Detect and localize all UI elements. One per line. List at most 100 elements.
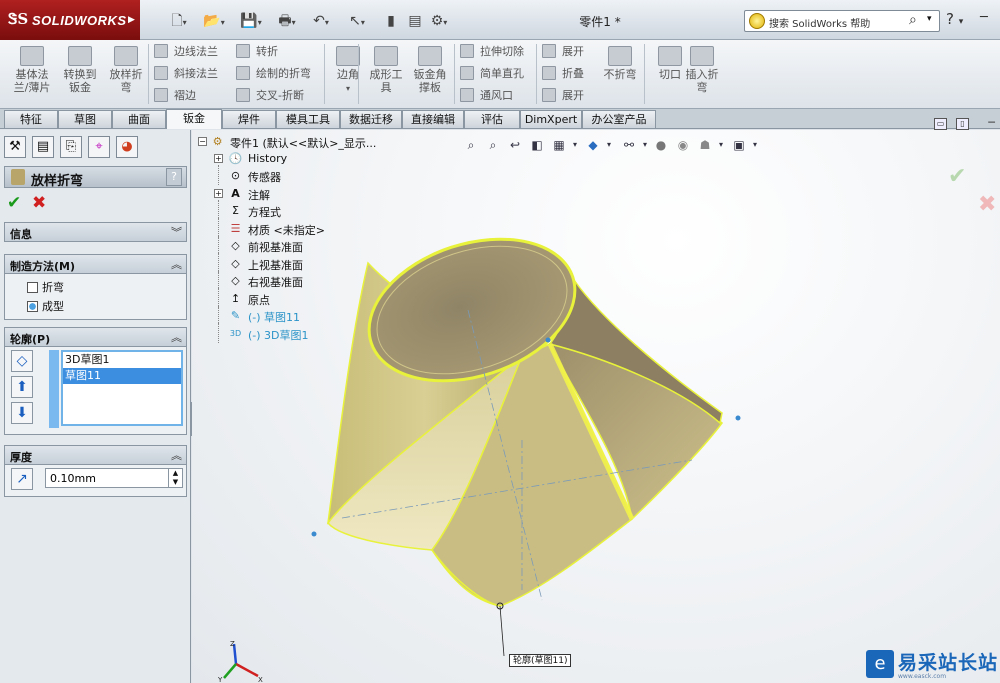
edge-flange-button[interactable]: 边线法兰 [154, 42, 218, 62]
profile-callout[interactable]: 轮廓(草图11) [509, 654, 572, 667]
radio-box[interactable] [27, 282, 38, 293]
formed-radio[interactable]: 成型 [27, 298, 64, 314]
expand-toggle[interactable]: + [214, 154, 223, 163]
tab-weldments[interactable]: 焊件 [222, 110, 276, 128]
vent-button[interactable]: 通风口 [460, 86, 513, 106]
menu-arrow-icon[interactable]: ▶ [128, 15, 135, 25]
tab-direct-editing[interactable]: 直接编辑 [402, 110, 464, 128]
search-dropdown-icon[interactable]: ▾ [927, 14, 932, 24]
expand-toggle[interactable]: + [214, 189, 223, 198]
radio-box[interactable] [27, 301, 38, 312]
unfold-button[interactable]: 展开 [542, 42, 584, 62]
thickness-direction-icon[interactable]: ↗ [11, 468, 33, 490]
method-group-header[interactable]: 制造方法(M) ︽ [5, 255, 186, 274]
tab-sketch[interactable]: 草图 [58, 110, 112, 128]
fold-button[interactable]: 折叠 [542, 64, 584, 84]
hem-button[interactable]: 褶边 [154, 86, 196, 106]
apply-scene-icon[interactable]: ◉ [674, 136, 692, 154]
no-bends-button[interactable]: 不折弯 [596, 44, 644, 104]
convert-to-sheet-metal-button[interactable]: 转换到 钣金 [56, 44, 104, 104]
tab-features[interactable]: 特征 [4, 110, 58, 128]
dropdown-icon[interactable]: ▾ [566, 136, 584, 154]
insert-bends-button[interactable]: 插入折 弯 [678, 44, 726, 104]
cancel-button[interactable]: ✖ [32, 193, 46, 213]
collapse-chevron-icon[interactable]: ︽ [171, 329, 182, 345]
dropdown-icon[interactable]: ▾ [712, 136, 730, 154]
tab-sheet-metal[interactable]: 钣金 [166, 109, 222, 129]
new-document-icon[interactable]: 🗋▾ [168, 11, 190, 31]
open-icon[interactable]: 📂▾ [203, 11, 225, 31]
thickness-group-header[interactable]: 厚度 ︽ [5, 446, 186, 465]
help-search-box[interactable]: 搜索 SolidWorks 帮助 ⌕ ▾ [744, 10, 940, 32]
print-icon[interactable]: 🖶▾ [276, 11, 298, 31]
graphics-area[interactable]: − ⚙ 零件1 (默认<<默认>_显示... + 🕓 History ⊙ 传感器… [192, 130, 1000, 683]
bent-radio[interactable]: 折弯 [27, 279, 64, 295]
tab-surfaces[interactable]: 曲面 [112, 110, 166, 128]
sketched-bend-button[interactable]: 转折 [236, 42, 278, 62]
confirmation-corner-ok-icon[interactable]: ✔ [948, 164, 966, 189]
tab-office-products[interactable]: 办公室产品 [582, 110, 656, 128]
zoom-to-fit-icon[interactable]: ⌕ [462, 136, 480, 154]
tab-mold-tools[interactable]: 模具工具 [276, 110, 340, 128]
info-group-header[interactable]: 信息 ︾ [5, 223, 186, 242]
cross-break-button[interactable]: 交叉-折断 [236, 86, 304, 106]
profile-list[interactable]: 3D草图1 草图11 [49, 350, 183, 428]
section-view-icon[interactable]: ◧ [528, 136, 546, 154]
options-icon[interactable]: ⚙▾ [428, 11, 450, 31]
save-icon[interactable]: 💾▾ [240, 11, 262, 31]
dropdown-icon[interactable]: ▾ [600, 136, 618, 154]
brand-label: SOLIDWORKS [32, 13, 127, 28]
lofted-bend-button[interactable]: 放样折 弯 [102, 44, 150, 104]
file-properties-icon[interactable]: ▤ [404, 11, 426, 31]
search-icon[interactable]: ⌕ [909, 12, 917, 28]
miter-flange-icon [154, 66, 168, 80]
dropdown-icon[interactable]: ▾ [746, 136, 764, 154]
confirmation-corner-cancel-icon[interactable]: ✖ [978, 192, 996, 217]
pm-help-button[interactable]: ? [166, 168, 182, 186]
base-flange-button[interactable]: 基体法 兰/薄片 [8, 44, 56, 104]
list-item[interactable]: 草图11 [63, 368, 181, 384]
property-manager-tab[interactable]: ▤ [32, 136, 54, 158]
tile-vertical-icon[interactable]: ▯ [956, 118, 969, 130]
miter-flange-button[interactable]: 斜接法兰 [154, 64, 218, 84]
extruded-cut-button[interactable]: 拉伸切除 [460, 42, 524, 62]
ok-button[interactable]: ✔ [7, 193, 21, 213]
tab-data-migration[interactable]: 数据迁移 [340, 110, 402, 128]
jog-label: 绘制的折弯 [256, 67, 311, 80]
move-down-button[interactable]: ⬇ [11, 402, 33, 424]
feature-manager-tab[interactable]: ⚒ [4, 136, 26, 158]
help-button[interactable]: ? ▾ [946, 10, 963, 28]
undo-icon[interactable]: ↶▾ [310, 11, 332, 31]
tile-horizontal-icon[interactable]: ▭ [934, 118, 947, 130]
configuration-manager-tab[interactable]: ⎘ [60, 136, 82, 158]
solidworks-logo[interactable]: ᏕS SOLIDWORKS ▶ [0, 0, 140, 40]
tab-dimxpert[interactable]: DimXpert [520, 110, 582, 128]
previous-view-icon[interactable]: ↩ [506, 136, 524, 154]
minimize-view-icon[interactable]: ─ [985, 117, 998, 130]
thickness-input[interactable] [46, 469, 164, 487]
display-manager-tab[interactable]: ◕ [116, 136, 138, 158]
list-item[interactable]: 3D草图1 [63, 352, 181, 368]
collapse-chevron-icon[interactable]: ︽ [171, 256, 182, 272]
tree-item-label: 原点 [248, 294, 270, 307]
thickness-spinner[interactable]: ▲ ▼ [168, 469, 182, 487]
profiles-group-header[interactable]: 轮廓(P) ︽ [5, 328, 186, 347]
thickness-field[interactable]: ▲▼ [45, 468, 183, 488]
flatten-button[interactable]: 展开 [542, 86, 584, 106]
dimxpert-manager-tab[interactable]: ⌖ [88, 136, 110, 158]
minimize-button[interactable]: ─ [980, 10, 988, 25]
collapse-chevron-icon[interactable]: ︽ [171, 447, 182, 463]
fold-label: 折叠 [562, 67, 584, 80]
simple-hole-button[interactable]: 简单直孔 [460, 64, 524, 84]
jog-button[interactable]: 绘制的折弯 [236, 64, 311, 84]
sheet-metal-gusset-button[interactable]: 钣金角 撑板 [406, 44, 454, 104]
expand-chevron-icon[interactable]: ︾ [171, 224, 182, 240]
forming-tool-button[interactable]: 成形工 具 [362, 44, 410, 104]
rebuild-icon[interactable]: ▮ [380, 11, 402, 31]
zoom-to-area-icon[interactable]: ⌕ [484, 136, 502, 154]
move-up-button[interactable]: ⬆ [11, 376, 33, 398]
tab-evaluate[interactable]: 评估 [464, 110, 520, 128]
select-icon[interactable]: ↖▾ [346, 11, 368, 31]
edit-appearance-icon[interactable]: ● [652, 136, 670, 154]
collapse-toggle[interactable]: − [198, 137, 207, 146]
